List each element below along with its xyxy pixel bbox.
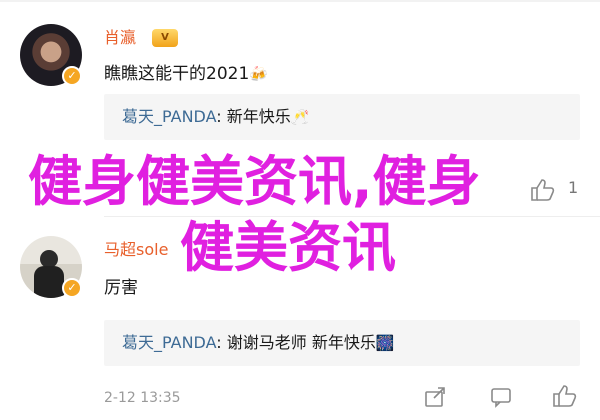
reply-box[interactable]: 葛天_PANDA: 谢谢马老师 新年快乐🎆 <box>104 320 580 366</box>
comment-time: 2-12 13:35 <box>104 390 181 406</box>
thumbs-up-icon <box>553 385 577 407</box>
vip-badge-icon: V <box>152 29 178 47</box>
reply-username[interactable]: 葛天_PANDA <box>122 333 216 352</box>
overlay-watermark-line2: 健美资讯 <box>180 216 396 279</box>
reply-username[interactable]: 葛天_PANDA <box>122 107 216 126</box>
reply-separator: : <box>216 107 222 126</box>
verified-check-icon: ✓ <box>62 66 82 86</box>
top-divider <box>0 0 600 2</box>
like-button[interactable] <box>552 384 578 408</box>
fireworks-emoji: 🎆 <box>375 334 395 352</box>
like-button[interactable] <box>530 178 556 202</box>
comment-text-body: 瞧瞧这能干的2021 <box>104 64 250 84</box>
share-icon <box>425 387 445 407</box>
cheers-emoji: 🥂 <box>290 108 310 126</box>
thumbs-up-icon <box>531 179 555 201</box>
comment-text: 厉害 <box>104 278 138 298</box>
comment-text: 瞧瞧这能干的2021🍻 <box>104 62 268 86</box>
overlay-watermark-line1: 健身健美资讯,健身 <box>28 150 481 213</box>
comment-button[interactable] <box>490 386 512 408</box>
username[interactable]: 马超sole <box>104 240 168 260</box>
username[interactable]: 肖瀛 <box>104 28 136 48</box>
verified-check-icon: ✓ <box>62 278 82 298</box>
reply-separator: : <box>216 333 222 352</box>
share-button[interactable] <box>424 386 446 408</box>
reply-text: 谢谢马老师 新年快乐 <box>226 333 376 352</box>
beer-emoji: 🍻 <box>249 65 268 83</box>
like-count: 1 <box>568 178 579 197</box>
reply-text: 新年快乐 <box>226 107 291 126</box>
comment-icon <box>491 388 511 408</box>
reply-box[interactable]: 葛天_PANDA: 新年快乐🥂 <box>104 94 580 140</box>
